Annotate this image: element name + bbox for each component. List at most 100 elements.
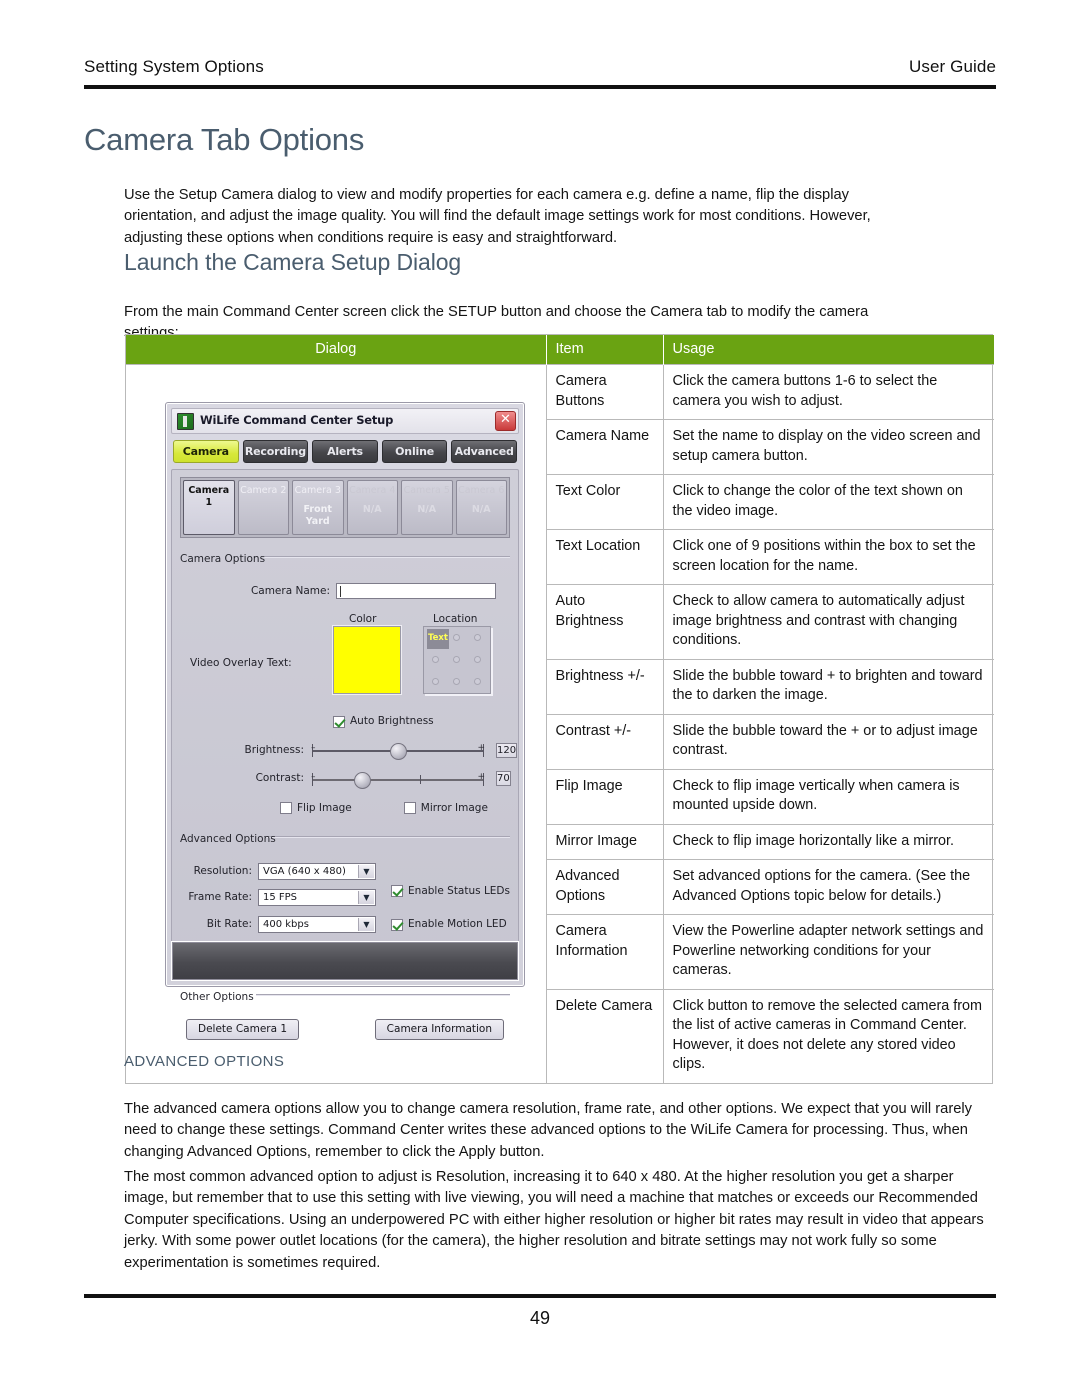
row-usage: Set the name to display on the video scr… — [663, 419, 994, 475]
brightness-slider-thumb[interactable] — [390, 743, 407, 761]
document-page: Setting System Options User Guide Camera… — [0, 0, 1080, 1397]
row-item: Camera Information — [546, 914, 664, 989]
location-dot-4[interactable] — [432, 656, 439, 663]
frame-rate-label: Frame Rate: — [188, 891, 252, 903]
bit-rate-select[interactable]: 400 kbps ▼ — [258, 915, 376, 933]
enable-status-leds-checkbox[interactable] — [391, 885, 404, 898]
page-number: 49 — [529, 1308, 551, 1328]
minus-sign: – — [311, 743, 316, 754]
motion-led-row: Enable Motion LED — [391, 915, 510, 935]
camera-button-5-label: Camera 5 — [403, 485, 450, 496]
chevron-down-icon[interactable]: ▼ — [358, 917, 374, 931]
mirror-image-checkbox[interactable] — [403, 802, 416, 815]
camera-button-5-sub: N/A — [417, 504, 437, 515]
plus-sign: + — [477, 743, 485, 754]
location-dot-9[interactable] — [474, 678, 481, 685]
chevron-down-icon[interactable]: ▼ — [358, 891, 374, 905]
flip-image-checkbox[interactable] — [280, 802, 292, 815]
camera-name-row: Camera Name: — [180, 582, 510, 602]
row-item: Contrast +/- — [546, 713, 664, 769]
text-color-swatch[interactable] — [333, 626, 401, 694]
other-options-buttons: Delete Camera 1 Camera Information — [180, 1019, 510, 1040]
location-dot-7[interactable] — [432, 678, 439, 685]
camera-options-group-label: Camera Options — [180, 553, 266, 565]
column-header-usage: Usage — [663, 335, 994, 365]
camera-name-label: Camera Name: — [250, 584, 330, 597]
tab-camera[interactable]: Camera — [173, 440, 239, 463]
tab-recording[interactable]: Recording — [242, 440, 309, 463]
row-item: Brightness +/- — [546, 658, 664, 714]
running-head-left: Setting System Options — [84, 57, 264, 76]
advanced-options-group: Advanced Options — [180, 829, 510, 850]
row-usage: Click to change the color of the text sh… — [663, 474, 994, 530]
enable-motion-led-checkbox[interactable] — [391, 918, 404, 931]
camera-button-2[interactable]: Camera 2 — [237, 480, 289, 535]
resolution-value: VGA (640 x 480) — [263, 865, 346, 877]
frame-rate-value: 15 FPS — [263, 892, 298, 903]
plus-sign: + — [477, 771, 485, 782]
delete-camera-button[interactable]: Delete Camera 1 — [186, 1019, 300, 1040]
row-item: Auto Brightness — [546, 584, 664, 659]
camera-button-4-sub: N/A — [362, 504, 382, 515]
text-caret — [340, 586, 341, 598]
advanced-options-group-label: Advanced Options — [180, 833, 276, 845]
contrast-label: Contrast: — [255, 772, 304, 784]
camera-options-table: Dialog Item Usage WiLife Command Center … — [125, 334, 994, 1084]
flip-mirror-row: Flip Image Mirror Image — [180, 799, 510, 819]
tab-alerts[interactable]: Alerts — [312, 440, 378, 463]
dialog-title: WiLife Command Center Setup — [200, 413, 394, 428]
location-dot-5[interactable] — [453, 656, 460, 663]
tab-advanced[interactable]: Advanced — [451, 440, 517, 463]
chevron-down-icon[interactable]: ▼ — [358, 864, 374, 878]
tab-online[interactable]: Online — [381, 440, 448, 463]
dialog-titlebar: WiLife Command Center Setup ✕ — [171, 408, 519, 434]
auto-brightness-checkbox[interactable] — [333, 715, 345, 728]
other-options-group: Other Options — [180, 987, 510, 1008]
status-leds-row: Enable Status LEDs — [391, 882, 510, 902]
brightness-slider[interactable]: – + — [310, 741, 486, 761]
enable-motion-led-label: Enable Motion LED — [408, 918, 507, 930]
advanced-paragraph-1: The advanced camera options allow you to… — [124, 1100, 972, 1160]
camera-button-5[interactable]: Camera 5 N/A — [401, 480, 453, 535]
slider-track-line — [312, 778, 484, 781]
camera-information-button[interactable]: Camera Information — [374, 1019, 504, 1040]
close-icon[interactable]: ✕ — [495, 411, 516, 431]
text-location-grid[interactable]: Text — [423, 626, 491, 694]
camera-button-3-sub: Front Yard — [303, 504, 332, 527]
camera-button-3[interactable]: Camera 3 Front Yard — [292, 480, 344, 535]
contrast-value[interactable]: 70 — [496, 771, 511, 787]
camera-button-4[interactable]: Camera 4 N/A — [346, 480, 398, 535]
location-dot-2[interactable] — [453, 634, 460, 641]
camera-button-3-label: Camera 3 — [294, 485, 341, 496]
location-dot-6[interactable] — [474, 656, 481, 663]
contrast-slider[interactable]: – + — [310, 770, 486, 789]
brightness-value[interactable]: 120 — [496, 742, 518, 758]
resolution-select[interactable]: VGA (640 x 480) ▼ — [258, 862, 376, 880]
running-head-right: User Guide — [909, 57, 996, 76]
row-item: Text Location — [546, 529, 664, 585]
location-dot-3[interactable] — [474, 634, 481, 641]
row-usage: Check to flip image horizontally like a … — [663, 823, 994, 860]
camera-button-1[interactable]: Camera 1 — [183, 480, 235, 535]
contrast-row: Contrast: – + 70 — [180, 769, 511, 789]
advanced-options-heading-text: ADVANCED OPTIONS — [124, 1053, 285, 1070]
group-divider — [264, 556, 510, 558]
video-overlay-section: Video Overlay Text: Color Location Text — [180, 612, 510, 708]
frame-rate-select[interactable]: 15 FPS ▼ — [258, 889, 376, 907]
row-item: Delete Camera — [546, 988, 664, 1083]
contrast-slider-thumb[interactable] — [354, 771, 371, 789]
row-usage: Click button to remove the selected came… — [663, 988, 994, 1083]
wilife-setup-dialog: WiLife Command Center Setup ✕ Camera Rec… — [165, 402, 525, 1040]
location-text-marker: Text — [427, 629, 449, 649]
camera-button-4-label: Camera 4 — [349, 485, 396, 496]
camera-button-6[interactable]: Camera 6 N/A — [455, 480, 507, 535]
camera-name-input[interactable] — [336, 583, 496, 600]
auto-brightness-label: Auto Brightness — [350, 715, 434, 727]
footer-rule — [84, 1294, 996, 1298]
slider-mid-tick — [420, 774, 421, 784]
row-item: Flip Image — [546, 768, 664, 824]
bit-rate-row: Bit Rate: 400 kbps ▼ — [180, 915, 381, 935]
advanced-paragraph-2: The most common advanced option to adjus… — [124, 1168, 984, 1271]
row-usage: Slide the bubble toward the + or to adju… — [663, 713, 994, 769]
location-dot-8[interactable] — [453, 678, 460, 685]
